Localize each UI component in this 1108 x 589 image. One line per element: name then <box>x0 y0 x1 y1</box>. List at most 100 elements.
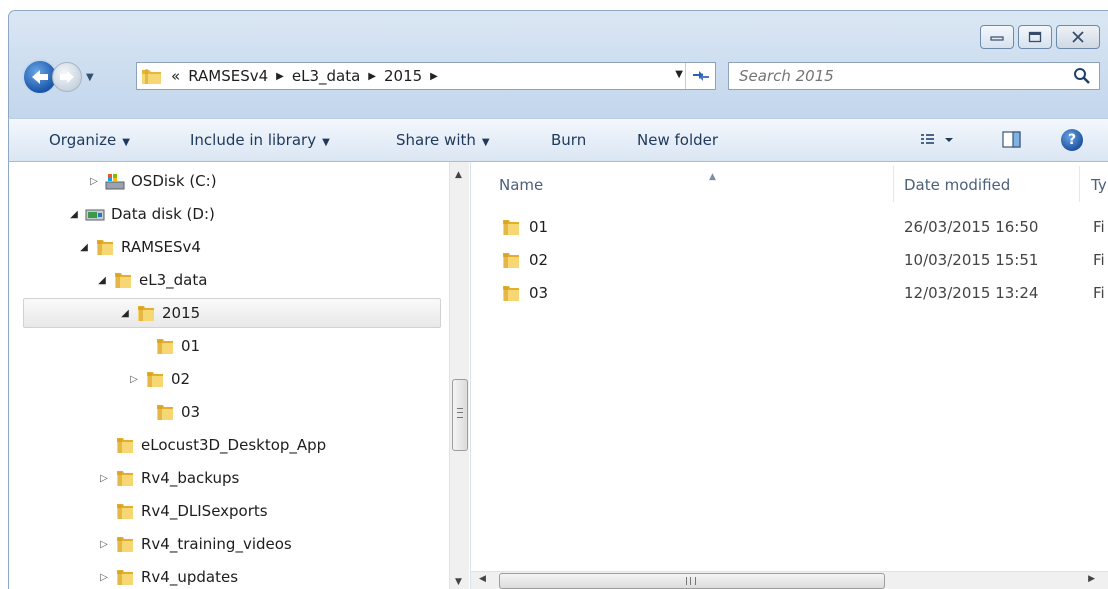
column-header-date-modified[interactable]: Date modified <box>904 170 1074 200</box>
scroll-down-arrow-icon[interactable]: ▼ <box>455 577 462 587</box>
column-divider[interactable] <box>1079 166 1080 202</box>
collapse-arrow-icon[interactable]: ◢ <box>118 308 132 319</box>
burn-label: Burn <box>551 131 587 149</box>
preview-pane-button[interactable] <box>1002 131 1022 153</box>
breadcrumb-2015[interactable]: 2015 <box>384 67 422 85</box>
collapse-arrow-icon[interactable]: ◢ <box>77 242 91 253</box>
file-date-modified: 26/03/2015 16:50 <box>904 218 1039 236</box>
tree-item[interactable]: 03 <box>137 397 200 427</box>
burn-button[interactable]: Burn <box>551 131 586 149</box>
preview-pane-icon <box>1002 131 1021 148</box>
chevron-down-icon: ▼ <box>322 137 330 148</box>
file-date-modified: 12/03/2015 13:24 <box>904 284 1039 302</box>
scroll-left-arrow-icon[interactable]: ◀ <box>479 574 486 584</box>
tree-item[interactable]: ▷ Rv4_training_videos <box>97 529 292 559</box>
new-folder-button[interactable]: New folder <box>637 131 718 149</box>
file-row[interactable]: 02 10/03/2015 15:51 Fi <box>499 245 1108 275</box>
file-type: Fi <box>1093 284 1105 302</box>
breadcrumb-separator-icon[interactable]: ▶ <box>276 71 284 82</box>
tree-item[interactable]: ◢ Data disk (D:) <box>67 199 215 229</box>
breadcrumb-separator-icon[interactable]: ▶ <box>430 71 438 82</box>
tree-vertical-scrollbar[interactable]: ▲ ▼ <box>449 162 469 589</box>
command-bar: Organize ▼ Include in library ▼ Share with… <box>8 118 1108 162</box>
tree-item[interactable]: ▷ Rv4_backups <box>97 463 239 493</box>
tree-item[interactable]: ▷ OSDisk (C:) <box>87 166 216 196</box>
include-in-library-button[interactable]: Include in library ▼ <box>190 131 330 149</box>
include-in-library-label: Include in library <box>190 131 317 149</box>
sort-ascending-icon: ▲ <box>709 172 716 182</box>
navigation-pane: ▷ OSDisk (C:) ◢ Data disk (D:) ◢ RAMSESv4 ◢ eL3… <box>8 162 469 589</box>
organize-label: Organize <box>49 131 117 149</box>
grip-icon <box>457 408 463 418</box>
tree-item-label: eLocust3D_Desktop_App <box>141 436 327 454</box>
new-folder-label: New folder <box>637 131 719 149</box>
folder-icon <box>97 240 113 255</box>
tree-item-label: Rv4_training_videos <box>141 535 292 553</box>
recent-pages-dropdown-icon[interactable]: ▼ <box>86 72 94 83</box>
details-view-icon <box>921 134 953 144</box>
change-view-button[interactable] <box>921 132 961 152</box>
scrollbar-thumb[interactable] <box>452 379 468 451</box>
folder-icon <box>117 504 133 519</box>
collapse-arrow-icon[interactable]: ◢ <box>95 275 109 286</box>
expand-arrow-icon[interactable]: ▷ <box>97 539 111 550</box>
column-header-name[interactable]: Name ▲ <box>499 170 891 200</box>
tree-item[interactable]: eLocust3D_Desktop_App <box>97 430 326 460</box>
column-divider[interactable] <box>893 166 894 202</box>
maximize-icon <box>1028 31 1042 43</box>
search-box[interactable] <box>728 62 1100 90</box>
folder-icon <box>142 69 161 84</box>
folder-icon <box>503 253 519 268</box>
tree-item-label: 2015 <box>162 304 201 322</box>
search-input[interactable] <box>729 63 1049 89</box>
expand-arrow-icon[interactable]: ▷ <box>97 473 111 484</box>
file-name: 03 <box>529 284 549 302</box>
file-row[interactable]: 03 12/03/2015 13:24 Fi <box>499 278 1108 308</box>
search-icon[interactable] <box>1073 67 1091 85</box>
help-icon[interactable]: ? <box>1061 129 1083 151</box>
file-row[interactable]: 01 26/03/2015 16:50 Fi <box>499 212 1108 242</box>
tree-item[interactable]: Rv4_DLISexports <box>97 496 268 526</box>
maximize-button[interactable] <box>1018 25 1052 49</box>
share-with-button[interactable]: Share with ▼ <box>396 131 490 149</box>
tree-item[interactable]: ◢ RAMSESv4 <box>77 232 201 262</box>
expand-arrow-icon[interactable]: ▷ <box>87 176 101 187</box>
collapse-arrow-icon[interactable]: ◢ <box>67 209 81 220</box>
tree-item[interactable]: ▷ Rv4_updates <box>97 562 238 589</box>
close-button[interactable] <box>1056 25 1100 49</box>
file-name: 02 <box>529 251 549 269</box>
tree-item-label: Rv4_updates <box>141 568 239 586</box>
tree-item[interactable]: ◢ eL3_data <box>95 265 207 295</box>
breadcrumb-overflow[interactable]: « <box>171 67 180 85</box>
folder-icon <box>117 570 133 585</box>
file-date-modified: 10/03/2015 15:51 <box>904 251 1039 269</box>
chevron-down-icon: ▼ <box>122 137 130 148</box>
folder-icon <box>147 372 163 387</box>
minimize-button[interactable] <box>980 25 1014 49</box>
grip-icon <box>686 577 696 585</box>
tree-item-label: 02 <box>171 370 191 388</box>
tree-item[interactable]: 01 <box>137 331 200 361</box>
tree-item[interactable]: ◢ 2015 <box>23 298 441 328</box>
column-header-type[interactable]: Ty <box>1091 170 1108 200</box>
address-history-dropdown-icon[interactable]: ▼ <box>675 69 683 80</box>
breadcrumb-el3-data[interactable]: eL3_data <box>292 67 360 85</box>
breadcrumb-separator-icon[interactable]: ▶ <box>368 71 376 82</box>
expand-arrow-icon[interactable]: ▷ <box>127 374 141 385</box>
forward-button[interactable] <box>52 62 82 92</box>
file-type: Fi <box>1093 218 1105 236</box>
scroll-right-arrow-icon[interactable]: ▶ <box>1088 574 1095 584</box>
organize-button[interactable]: Organize ▼ <box>49 131 130 149</box>
tree-item[interactable]: ▷ 02 <box>127 364 190 394</box>
back-arrow-icon <box>32 70 48 84</box>
scrollbar-thumb[interactable] <box>499 573 885 589</box>
tree-item-label: RAMSESv4 <box>121 238 201 256</box>
breadcrumb-ramsesv4[interactable]: RAMSESv4 <box>188 67 268 85</box>
refresh-button[interactable] <box>685 63 715 89</box>
scroll-up-arrow-icon[interactable]: ▲ <box>455 170 462 180</box>
address-bar[interactable]: « RAMSESv4 ▶ eL3_data ▶ 2015 ▶ ▼ <box>136 62 716 90</box>
column-header-name-label: Name <box>499 176 544 194</box>
expand-arrow-icon[interactable]: ▷ <box>97 572 111 583</box>
file-name: 01 <box>529 218 549 236</box>
file-list-horizontal-scrollbar[interactable]: ◀ ▶ <box>471 571 1108 589</box>
